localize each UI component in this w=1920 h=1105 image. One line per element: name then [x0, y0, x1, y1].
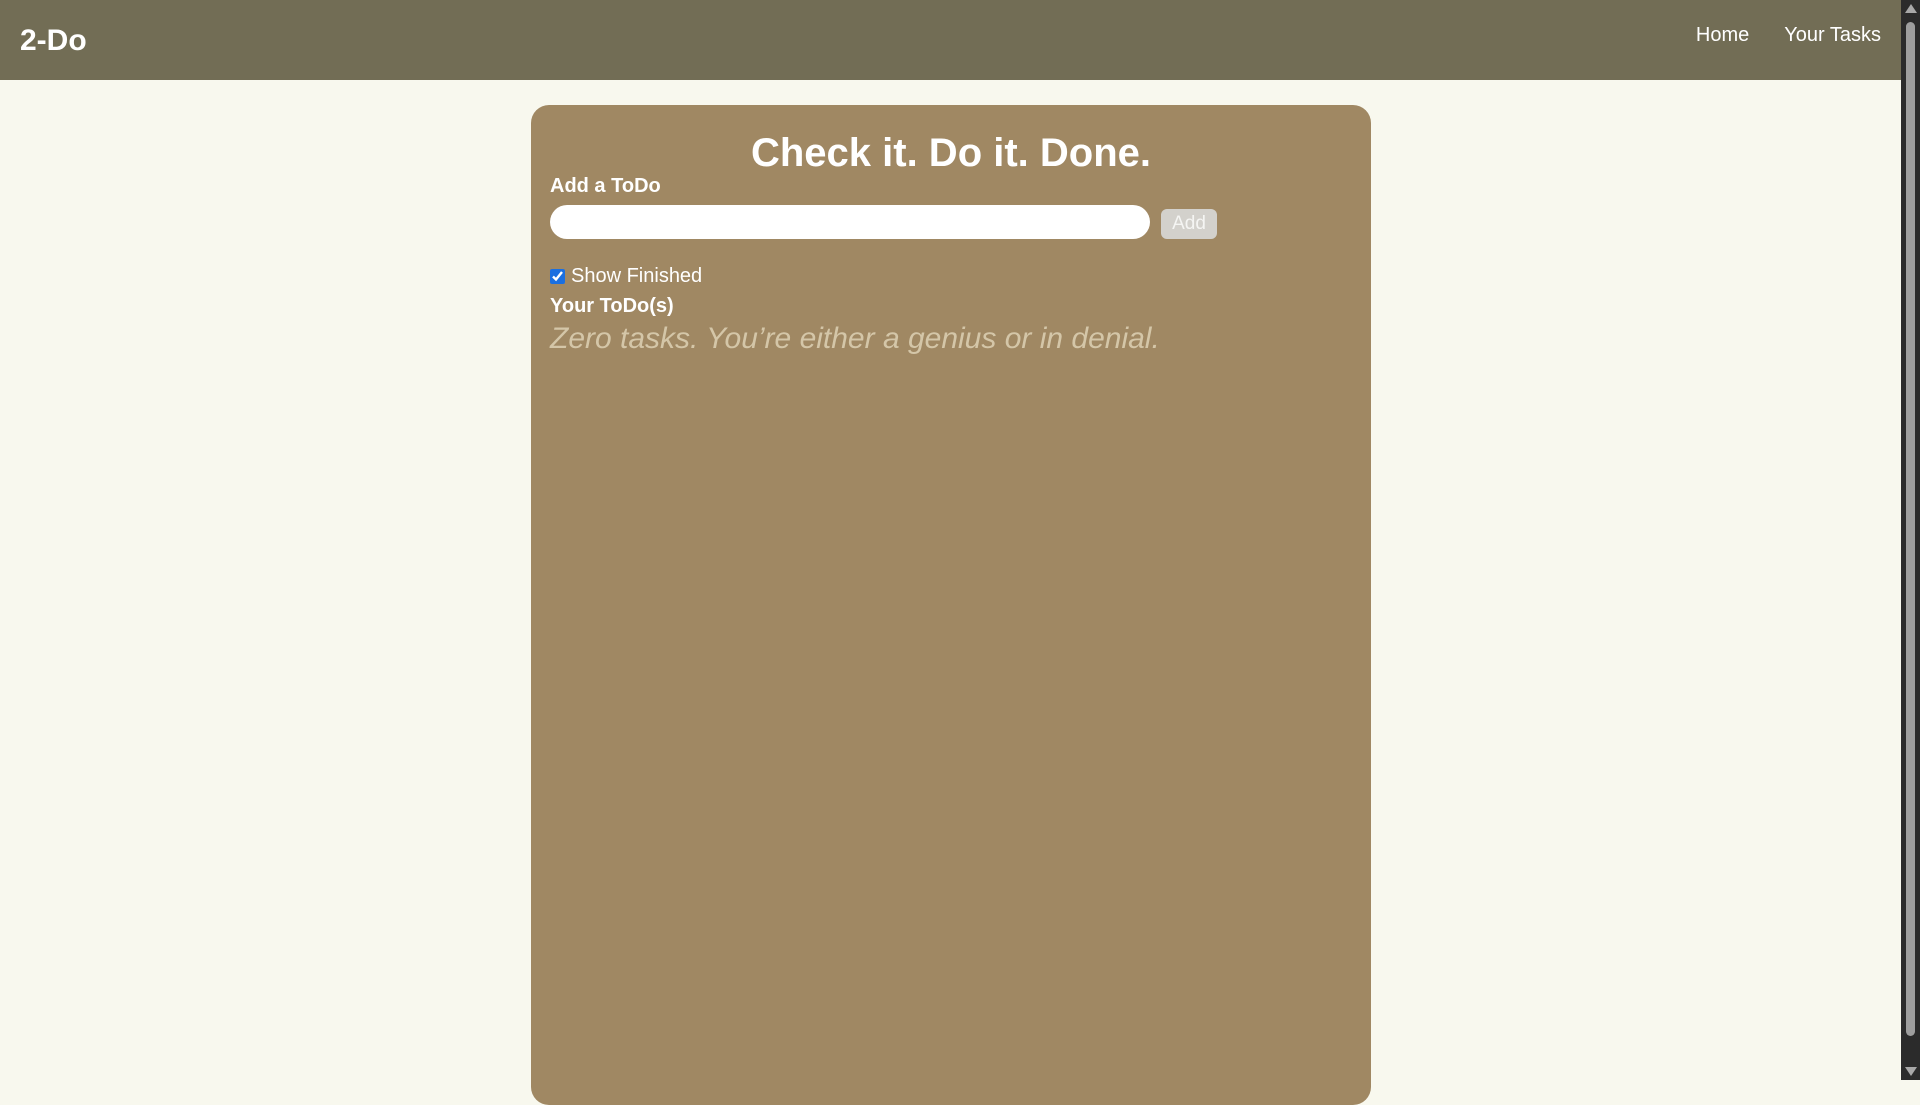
scroll-thumb[interactable] — [1906, 22, 1915, 1036]
nav-link-your-tasks[interactable]: Your Tasks — [1784, 24, 1881, 47]
page-title: Check it. Do it. Done. — [750, 131, 1152, 175]
nav-link-home[interactable]: Home — [1696, 24, 1749, 47]
scroll-up-icon[interactable] — [1905, 4, 1917, 13]
add-button[interactable]: Add — [1161, 209, 1217, 239]
show-finished-toggle[interactable]: Show Finished — [550, 265, 702, 288]
show-finished-label: Show Finished — [571, 265, 703, 287]
top-navbar: 2-Do Home Your Tasks — [0, 0, 1901, 80]
todo-input[interactable] — [550, 205, 1150, 239]
todos-heading: Your ToDo(s) — [550, 295, 674, 317]
scroll-down-icon[interactable] — [1905, 1067, 1917, 1076]
nav-links: Home Your Tasks — [1696, 24, 1881, 47]
empty-state-message: Zero tasks. You’re either a genius or in… — [550, 322, 1160, 355]
add-todo-label: Add a ToDo — [550, 175, 661, 197]
todo-card: Check it. Do it. Done. Add a ToDo Add Sh… — [531, 105, 1371, 1105]
brand-logo[interactable]: 2-Do — [20, 22, 87, 60]
show-finished-checkbox[interactable] — [550, 269, 565, 284]
page-scrollbar[interactable] — [1901, 0, 1920, 1080]
